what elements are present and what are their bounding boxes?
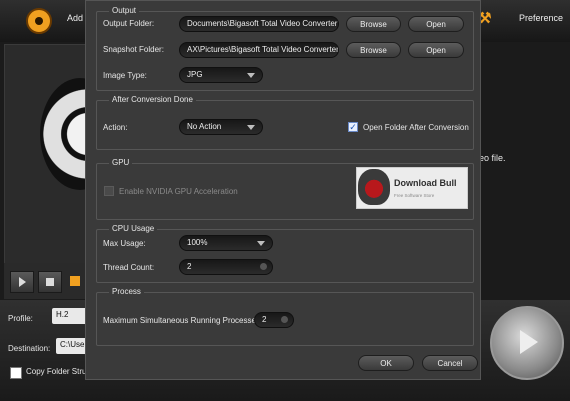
output-group-title: Output — [109, 6, 140, 15]
output-folder-label: Output Folder: — [103, 19, 155, 28]
bull-logo-icon — [358, 169, 390, 205]
snapshot-browse-button[interactable]: Browse — [346, 42, 401, 58]
convert-button[interactable] — [490, 306, 564, 380]
image-type-label: Image Type: — [103, 71, 147, 80]
snapshot-folder-field[interactable]: AX\Pictures\Bigasoft Total Video Convert… — [179, 42, 339, 58]
copy-folder-checkbox[interactable] — [10, 367, 22, 379]
app-logo-icon — [26, 8, 52, 34]
max-processes-stepper[interactable]: 2 — [254, 312, 294, 328]
thread-count-stepper[interactable]: 2 — [179, 259, 273, 275]
gpu-acceleration-checkbox[interactable] — [104, 186, 114, 196]
action-value: No Action — [187, 122, 222, 131]
cpu-usage-group: CPU Usage — [96, 224, 474, 283]
stop-button[interactable] — [38, 271, 62, 293]
process-group-title: Process — [109, 287, 144, 296]
max-processes-label: Maximum Simultaneous Running Processes: — [103, 316, 263, 325]
preference-button[interactable]: Preference — [519, 13, 563, 23]
play-button[interactable] — [10, 271, 34, 293]
open-folder-checkbox[interactable]: ✓ — [348, 122, 358, 132]
thread-count-label: Thread Count: — [103, 263, 155, 272]
output-open-button[interactable]: Open — [408, 16, 464, 32]
snapshot-folder-label: Snapshot Folder: — [103, 45, 164, 54]
chevron-down-icon — [247, 73, 255, 78]
stop-icon — [46, 278, 54, 286]
gpu-acceleration-label: Enable NVIDIA GPU Acceleration — [119, 187, 238, 196]
image-type-select[interactable]: JPG — [179, 67, 263, 83]
open-folder-label: Open Folder After Conversion — [363, 123, 469, 132]
hint-text: eo file. — [479, 153, 506, 163]
volume-icon[interactable] — [70, 276, 80, 286]
after-conversion-group-title: After Conversion Done — [109, 95, 196, 104]
snapshot-open-button[interactable]: Open — [408, 42, 464, 58]
ok-button[interactable]: OK — [358, 355, 414, 371]
action-select[interactable]: No Action — [179, 119, 263, 135]
spinner-icon[interactable] — [281, 316, 288, 323]
watermark-subtitle: Free Software Store — [394, 193, 435, 198]
max-processes-value: 2 — [262, 315, 267, 324]
play-icon — [19, 277, 26, 287]
max-usage-label: Max Usage: — [103, 239, 146, 248]
output-folder-field[interactable]: Documents\Bigasoft Total Video Converter — [179, 16, 339, 32]
cancel-button[interactable]: Cancel — [422, 355, 478, 371]
max-usage-select[interactable]: 100% — [179, 235, 273, 251]
max-usage-value: 100% — [187, 238, 208, 247]
watermark-title: Download Bull — [394, 178, 457, 188]
add-button[interactable]: Add — [67, 13, 83, 23]
destination-label: Destination: — [8, 344, 51, 353]
action-label: Action: — [103, 123, 128, 132]
profile-label: Profile: — [8, 314, 33, 323]
spinner-icon[interactable] — [260, 263, 267, 270]
gpu-group-title: GPU — [109, 158, 133, 167]
copy-folder-label: Copy Folder Struc — [26, 367, 91, 376]
cpu-usage-group-title: CPU Usage — [109, 224, 158, 233]
output-browse-button[interactable]: Browse — [346, 16, 401, 32]
image-type-value: JPG — [187, 70, 203, 79]
chevron-down-icon — [257, 241, 265, 246]
chevron-down-icon — [247, 125, 255, 130]
thread-count-value: 2 — [187, 262, 192, 271]
